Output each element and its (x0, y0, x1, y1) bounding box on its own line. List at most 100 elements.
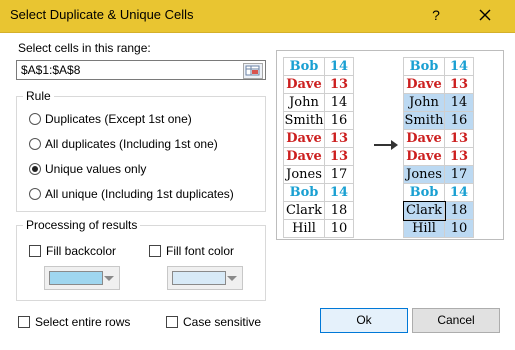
preview-name-cell: John (403, 93, 445, 112)
preview-value-cell: 13 (324, 147, 354, 166)
preview-value-cell: 16 (324, 111, 354, 130)
fill-font-color-label: Fill font color (166, 244, 235, 258)
close-button[interactable] (470, 3, 500, 27)
preview-row: Dave 13 (403, 129, 474, 148)
chevron-down-icon (104, 276, 114, 281)
font-color-picker[interactable] (167, 266, 243, 290)
preview-row: Jones 17 (283, 165, 354, 184)
range-picker-button[interactable] (243, 63, 263, 79)
preview-name-cell: Dave (403, 129, 445, 148)
preview-row: John 14 (403, 93, 474, 112)
fill-backcolor-checkbox[interactable] (29, 245, 41, 257)
preview-name-cell: Hill (283, 219, 325, 238)
arrow-right-icon (374, 140, 398, 150)
range-select-icon (245, 65, 260, 76)
preview-name-cell: Smith (283, 111, 325, 130)
radio-button[interactable] (29, 113, 41, 125)
preview-row: Dave 13 (283, 147, 354, 166)
preview-value-cell: 13 (444, 75, 474, 94)
preview-row: Dave 13 (283, 129, 354, 148)
rule-option-duplicates-except-first[interactable]: Duplicates (Except 1st one) (29, 111, 192, 127)
radio-button[interactable] (29, 138, 41, 150)
preview-row: Clark 18 (283, 201, 354, 220)
case-sensitive-label: Case sensitive (183, 315, 262, 329)
preview-row: Bob 14 (403, 57, 474, 76)
rule-option-all-duplicates[interactable]: All duplicates (Including 1st one) (29, 136, 218, 152)
fill-font-color-checkbox-row[interactable]: Fill font color (149, 243, 234, 259)
preview-before-table: Bob 14 Dave 13 John 14 Smith 16 Dave 13 Dave 13 Jone… (283, 57, 354, 238)
preview-name-cell: Jones (283, 165, 325, 184)
preview-name-cell: Clark (283, 201, 325, 220)
preview-value-cell: 14 (444, 93, 474, 112)
cancel-button[interactable]: Cancel (412, 308, 500, 333)
rule-option-all-unique[interactable]: All unique (Including 1st duplicates) (29, 186, 234, 202)
preview-row: Bob 14 (283, 57, 354, 76)
rule-group: Rule Duplicates (Except 1st one) All dup… (16, 89, 266, 212)
preview-value-cell: 18 (324, 201, 354, 220)
preview-name-cell: Dave (283, 147, 325, 166)
preview-value-cell: 14 (324, 57, 354, 76)
radio-button[interactable] (29, 188, 41, 200)
range-input[interactable]: $A$1:$A$8 (16, 60, 266, 80)
ok-button[interactable]: Ok (320, 308, 408, 333)
preview-value-cell: 13 (444, 147, 474, 166)
preview-value-cell: 13 (324, 129, 354, 148)
preview-row: Dave 13 (403, 75, 474, 94)
preview-value-cell: 13 (444, 129, 474, 148)
processing-group: Processing of results Fill backcolor Fil… (16, 218, 266, 301)
preview-name-cell: John (283, 93, 325, 112)
rule-option-unique-only[interactable]: Unique values only (29, 161, 146, 177)
rule-option-label: Unique values only (45, 162, 147, 176)
range-label: Select cells in this range: (18, 41, 151, 55)
preview-value-cell: 16 (444, 111, 474, 130)
preview-value-cell: 13 (324, 75, 354, 94)
preview-name-cell: Jones (403, 165, 445, 184)
backcolor-swatch (49, 271, 103, 285)
title-bar: Select Duplicate & Unique Cells ? (0, 0, 515, 33)
preview-name-cell: Bob (283, 183, 325, 202)
preview-value-cell: 10 (324, 219, 354, 238)
close-icon (479, 9, 491, 21)
preview-name-cell: Dave (403, 147, 445, 166)
radio-button-selected[interactable] (29, 163, 41, 175)
preview-value-cell: 14 (324, 93, 354, 112)
preview-name-cell: Hill (403, 219, 445, 238)
preview-value-cell: 10 (444, 219, 474, 238)
preview-name-cell: Bob (403, 57, 445, 76)
help-button[interactable]: ? (426, 5, 446, 25)
fill-font-color-checkbox[interactable] (149, 245, 161, 257)
preview-row: Bob 14 (283, 183, 354, 202)
preview-name-cell: Bob (283, 57, 325, 76)
rule-option-label: Duplicates (Except 1st one) (45, 112, 192, 126)
preview-name-cell: Dave (403, 75, 445, 94)
case-sensitive-row[interactable]: Case sensitive (166, 314, 261, 330)
preview-row: John 14 (283, 93, 354, 112)
preview-name-cell: Smith (403, 111, 445, 130)
font-color-swatch (172, 271, 226, 285)
preview-row: Hill 10 (283, 219, 354, 238)
preview-value-cell: 14 (444, 57, 474, 76)
select-entire-rows-row[interactable]: Select entire rows (18, 314, 130, 330)
preview-row: Dave 13 (283, 75, 354, 94)
preview-value-cell: 17 (444, 165, 474, 184)
preview-name-cell: Dave (283, 129, 325, 148)
preview-row: Bob 14 (403, 183, 474, 202)
chevron-down-icon (227, 276, 237, 281)
window-title: Select Duplicate & Unique Cells (10, 7, 194, 22)
select-entire-rows-checkbox[interactable] (18, 316, 30, 328)
preview-row: Smith 16 (283, 111, 354, 130)
fill-backcolor-label: Fill backcolor (46, 244, 117, 258)
case-sensitive-checkbox[interactable] (166, 316, 178, 328)
processing-legend: Processing of results (23, 218, 141, 232)
preview-after-table: Bob 14 Dave 13 John 14 Smith 16 Dave 13 Dave 13 Jone… (402, 57, 474, 238)
rule-option-label: All duplicates (Including 1st one) (45, 137, 218, 151)
rule-legend: Rule (23, 89, 54, 103)
preview-name-cell: Bob (403, 183, 445, 202)
fill-backcolor-checkbox-row[interactable]: Fill backcolor (29, 243, 116, 259)
backcolor-picker[interactable] (44, 266, 120, 290)
preview-name-cell: Clark (402, 200, 446, 221)
rule-option-label: All unique (Including 1st duplicates) (45, 187, 234, 201)
dialog-window: Select Duplicate & Unique Cells ? Select… (0, 0, 515, 350)
preview-value-cell: 14 (444, 183, 474, 202)
range-value: $A$1:$A$8 (21, 63, 81, 77)
